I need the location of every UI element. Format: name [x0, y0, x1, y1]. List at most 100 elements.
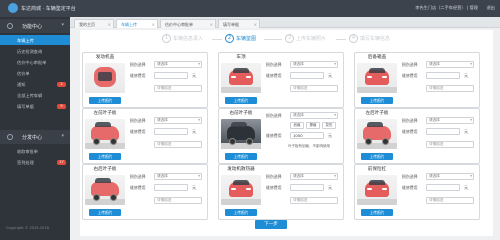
upload-button[interactable]: 上传照片: [225, 209, 257, 216]
tab-upload[interactable]: 车辆上传 ×: [116, 19, 158, 28]
damage-tag[interactable]: 变形: [322, 122, 336, 129]
user-info[interactable]: 李先生门店（二手车经营） | 管理: [415, 5, 478, 11]
cost-input[interactable]: [154, 184, 188, 191]
car-part-photo: [85, 119, 125, 149]
cost-input[interactable]: [290, 72, 324, 79]
damage-select[interactable]: 请选择 ▾: [154, 117, 202, 124]
damage-select[interactable]: 请选择 ▾: [154, 61, 202, 68]
app-title: 车达商城 · 车辆鉴定平台: [21, 6, 76, 12]
step-1: 1 车辆信息录入: [162, 34, 203, 43]
note-input[interactable]: 详情描述: [426, 197, 474, 204]
part-title: 后备箱盖: [367, 55, 387, 60]
chevron-down-icon: ▾: [334, 113, 336, 117]
damage-select[interactable]: 请选择 ▾: [290, 112, 338, 119]
tab-bar: 我的主页 × 车辆上传 × 估价中心审批单 × 填写单据 ×: [70, 17, 500, 28]
cost-input[interactable]: [154, 72, 188, 79]
sidebar-item-receive[interactable]: 收取审批单: [0, 146, 70, 156]
step-connector: [264, 39, 282, 40]
note-input[interactable]: 详情描述: [290, 197, 338, 204]
upload-button[interactable]: 上传照片: [89, 209, 121, 216]
part-title: 右前叶子板: [229, 111, 253, 116]
chevron-down-icon: ▾: [198, 118, 200, 122]
cost-label: 维修费用: [402, 185, 418, 190]
damage-tag[interactable]: 划痕: [290, 122, 304, 129]
cost-label: 维修费用: [402, 73, 418, 78]
close-icon[interactable]: ×: [108, 22, 111, 27]
cost-input[interactable]: [154, 128, 188, 135]
upload-button[interactable]: 上传照片: [361, 153, 393, 160]
damage-select[interactable]: 请选择 ▾: [290, 173, 338, 180]
sidebar-item-history[interactable]: 历史检测查询: [0, 46, 70, 56]
part-title: 左后叶子板: [365, 111, 389, 116]
car-part-photo: [357, 63, 397, 93]
upload-button[interactable]: 上传照片: [89, 153, 121, 160]
sidebar-group-function[interactable]: 功能中心 ▾: [0, 19, 70, 33]
sidebar-item-forms[interactable]: 填写单据 9: [0, 101, 70, 111]
cost-label: 维修费用: [130, 73, 146, 78]
damage-select[interactable]: 请选择 ▾: [426, 61, 474, 68]
cost-input[interactable]: [426, 128, 460, 135]
sidebar-item-estimate[interactable]: 估价单: [0, 68, 70, 78]
step-indicator: 1 车辆信息录入 2 车辆鉴图 3 上传车辆照片 4 填写车辆信息: [80, 30, 493, 52]
cost-label: 维修费用: [266, 73, 282, 78]
cost-input[interactable]: [426, 72, 460, 79]
upload-button[interactable]: 上传照片: [361, 97, 393, 104]
sidebar: 功能中心 ▾ 车辆上传 历史检测查询 估价中心审批单 估价单 通知 2 全部上传车…: [0, 17, 70, 240]
part-title: 发动机散热器: [227, 167, 255, 172]
upload-button[interactable]: 上传照片: [89, 97, 121, 104]
notice-badge: 2: [57, 81, 66, 87]
unit-label: 元: [464, 129, 468, 134]
tab-forms[interactable]: 填写单据 ×: [218, 19, 260, 28]
next-button[interactable]: 下一步: [255, 220, 287, 229]
note-input[interactable]: 详情描述: [154, 197, 202, 204]
note-input[interactable]: 详情描述: [426, 85, 474, 92]
part-card: 后备箱盖 上传照片 损伤选择 请选择 ▾ 维修费用 元详情描述: [354, 52, 480, 108]
sidebar-item-notice[interactable]: 通知 2: [0, 79, 70, 89]
top-bar: 车达商城 · 车辆鉴定平台 李先生门店（二手车经营） | 管理 退出: [0, 0, 500, 17]
cost-input[interactable]: [290, 184, 324, 191]
damage-select[interactable]: 请选择 ▾: [426, 173, 474, 180]
cost-input[interactable]: [426, 184, 460, 191]
damage-tags: 划痕 擦痕 变形: [290, 122, 342, 130]
cost-input[interactable]: 1000: [290, 132, 324, 139]
sidebar-item-approval[interactable]: 估价中心审批单: [0, 57, 70, 67]
upload-button[interactable]: 上传照片: [225, 153, 257, 160]
sidebar-item-all-cars[interactable]: 全部上传车辆: [0, 90, 70, 100]
part-title: 左前叶子板: [93, 111, 117, 116]
close-icon[interactable]: ×: [210, 22, 213, 27]
damage-label: 损伤选择: [402, 118, 418, 123]
close-icon[interactable]: ×: [254, 22, 257, 27]
note-input[interactable]: 详情描述: [426, 141, 474, 148]
note-input[interactable]: 详情描述: [154, 85, 202, 92]
part-card: 车顶 上传照片 损伤选择 请选择 ▾ 维修费用 元详情描述: [218, 52, 344, 108]
cost-label: 维修费用: [130, 129, 146, 134]
sidebar-item-upload[interactable]: 车辆上传: [0, 35, 70, 45]
damage-select[interactable]: 请选择 ▾: [426, 117, 474, 124]
chevron-down-icon: ▾: [198, 62, 200, 66]
tab-home[interactable]: 我的主页 ×: [74, 19, 114, 28]
note-input[interactable]: 详情描述: [290, 85, 338, 92]
logout-link[interactable]: 退出: [487, 5, 495, 11]
sidebar-item-checkin[interactable]: 签到处理 17: [0, 157, 70, 167]
part-title: 前保险杠: [367, 167, 387, 172]
unit-label: 元: [328, 73, 332, 78]
tab-approval[interactable]: 估价中心审批单 ×: [160, 19, 216, 28]
damage-select[interactable]: 请选择 ▾: [290, 61, 338, 68]
step-4: 4 填写车辆信息: [349, 34, 390, 43]
unit-label: 元: [464, 185, 468, 190]
note-text[interactable]: 叶子板有划痕，不影响使用: [288, 144, 330, 149]
close-icon[interactable]: ×: [152, 22, 155, 27]
car-part-photo: [221, 175, 261, 205]
damage-tag[interactable]: 擦痕: [306, 122, 320, 129]
upload-button[interactable]: 上传照片: [361, 209, 393, 216]
upload-button[interactable]: 上传照片: [225, 97, 257, 104]
damage-select[interactable]: 请选择 ▾: [154, 173, 202, 180]
copyright: Copyright © 2015-2016: [6, 226, 50, 230]
note-input[interactable]: 详情描述: [154, 141, 202, 148]
damage-label: 损伤选择: [266, 62, 282, 67]
damage-label: 损伤选择: [402, 174, 418, 179]
cost-label: 维修费用: [402, 129, 418, 134]
sidebar-group-distribution[interactable]: 分发中心 ▾: [0, 130, 70, 144]
checkin-badge: 17: [57, 159, 66, 165]
unit-label: 元: [192, 129, 196, 134]
